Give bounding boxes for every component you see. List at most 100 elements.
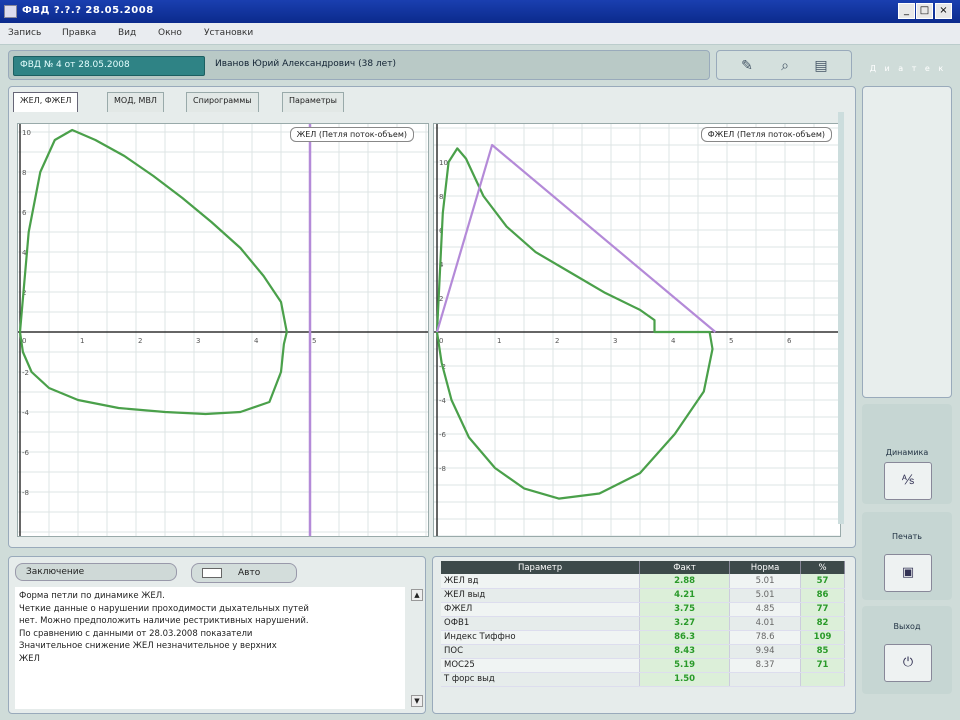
chart-fzhel-svg: 0 1 2 3 4 5 6108642-2-4-6-8 [434,124,840,536]
menu-bar: Запись Правка Вид Окно Установки [0,23,960,45]
flow-volume-curve [435,147,714,500]
table-row[interactable]: ЖЕЛ вд 2.88 5.01 57 [441,574,845,589]
tab-parameters[interactable]: Параметры [282,92,344,112]
cell-param: Индекс Тиффно [441,630,641,645]
chart-fzhel: 0 1 2 3 4 5 6 10 8 6 4 2 -2 -4 -6 -8 ФЖЕЛ (Петля поток-… [433,123,841,537]
x-tick-label: 3 [613,337,617,345]
exit-label: Выход [893,622,921,631]
menu-item-okno[interactable]: Окно [158,28,182,38]
y-tick-label: 8 [22,169,26,177]
dynamics-button[interactable]: ⅍ [884,462,932,500]
cell-fact: 4.21 [639,588,730,603]
table-row[interactable]: Индекс Тиффно 86.3 78.6 109 [441,630,845,645]
tab-zhel-fzhel[interactable]: ЖЕЛ, ФЖЕЛ [13,92,79,112]
column-header-fact[interactable]: Факт [639,561,730,574]
brand-logo: Д и а т е к [869,64,947,73]
print-group: Печать ▣ [862,512,952,600]
cell-param: ОФВ1 [441,616,641,631]
column-header-param[interactable]: Параметр [441,561,641,574]
table-row[interactable]: ОФВ1 3.27 4.01 82 [441,616,845,631]
conclusion-text[interactable]: Форма петли по динамике ЖЕЛ. Четкие данн… [15,587,405,709]
table-row[interactable]: ФЖЕЛ 3.75 4.85 77 [441,602,845,617]
window-title: ФВД ?.?.? 28.05.2008 [22,5,154,16]
maximize-button[interactable]: □ [916,3,933,19]
y-tick-label: 10 [439,159,448,167]
parameters-table: Параметр Факт Норма % ЖЕЛ вд 2.88 5.01 57 ЖЕ… [441,561,845,687]
exit-button[interactable]: ⏻ [884,644,932,682]
cell-fact: 3.27 [639,616,730,631]
record-selector[interactable]: ФВД № 4 от 28.05.2008 [13,56,205,76]
y-tick-label: -6 [22,449,30,457]
table-row[interactable]: ЖЕЛ выд 4.21 5.01 86 [441,588,845,603]
menu-item-ustanovki[interactable]: Установки [204,28,253,38]
cell-norm: 9.94 [729,644,802,659]
cell-norm: 8.37 [729,658,802,673]
y-tick-label: -8 [22,489,29,497]
chart-fzhel-legend: ФЖЕЛ (Петля поток-объем) [700,127,832,142]
chart-dynamics-icon: ⅍ [901,473,915,488]
cell-norm: 5.01 [729,574,802,589]
cell-pct: 85 [800,644,845,659]
cell-fact: 8.43 [639,644,730,659]
settings-icon[interactable]: ✎ [735,56,759,76]
reference-curve [435,143,717,333]
cell-param: ФЖЕЛ [441,602,641,617]
cell-fact: 5.19 [639,658,730,673]
x-tick-label: 3 [196,337,200,345]
column-header-pct[interactable]: % [800,561,845,574]
patient-bar: ФВД № 4 от 28.05.2008 Иванов Юрий Алекса… [8,50,710,80]
conclusion-tab[interactable]: Заключение [15,563,177,581]
cell-fact: 2.88 [639,574,730,589]
menu-item-zapis[interactable]: Запись [8,28,41,38]
print-button[interactable]: ▣ [884,554,932,592]
dynamics-label: Динамика [885,448,929,457]
x-tick-label: 4 [254,337,259,345]
menu-item-vid[interactable]: Вид [118,28,136,38]
cell-norm: 5.01 [729,588,802,603]
conclusion-line: ЖЕЛ [19,653,40,664]
y-tick-label: 10 [22,129,31,137]
menu-item-pravka[interactable]: Правка [62,28,96,38]
conclusion-line: нет. Можно предположить наличие рестрикт… [19,616,309,626]
conclusion-panel: Заключение Авто Форма петли по динамике … [8,556,426,714]
cell-pct: 109 [800,630,845,645]
tab-mod-mvl[interactable]: МОД, МВЛ [107,92,164,112]
cell-norm: 78.6 [729,630,802,645]
print-label: Печать [892,532,922,541]
close-button[interactable]: × [935,3,952,19]
patient-name: Иванов Юрий Александрович (38 лет) [215,59,396,69]
chart-zhel-svg: 0 1 2 3 4 5108642-2-4-6-8 [18,124,428,536]
x-tick-label: 5 [729,337,733,345]
cell-pct: 82 [800,616,845,631]
app-icon [4,5,17,18]
table-row[interactable]: МОС25 5.19 8.37 71 [441,658,845,673]
parameters-panel: Параметр Факт Норма % ЖЕЛ вд 2.88 5.01 57 ЖЕ… [432,556,856,714]
printer-icon[interactable]: ▤ [809,56,833,76]
x-tick-label: 2 [138,337,142,345]
cell-fact: 86.3 [639,630,730,645]
dynamics-group: Динамика ⅍ [862,404,952,504]
tab-spirograms[interactable]: Спирограммы [186,92,259,112]
cell-param: ПОС [441,644,641,659]
conclusion-line: Форма петли по динамике ЖЕЛ. [19,591,165,601]
scroll-up-button[interactable]: ▲ [411,589,423,601]
auto-toggle[interactable]: Авто [191,563,297,583]
side-panel [862,86,952,398]
chart-scrollbar[interactable] [838,112,844,524]
scroll-down-button[interactable]: ▼ [411,695,423,707]
table-row[interactable]: ПОС 8.43 9.94 85 [441,644,845,659]
exit-group: Выход ⏻ [862,606,952,694]
cell-pct: 71 [800,658,845,673]
x-tick-label: 2 [555,337,559,345]
x-tick-label: 4 [671,337,676,345]
cell-pct: 77 [800,602,845,617]
minimize-button[interactable]: _ [898,3,915,19]
title-bar: ФВД ?.?.? 28.05.2008 _ □ × [0,0,960,23]
table-row[interactable]: Т форс выд 1.50 [441,672,845,687]
y-tick-label: 8 [439,193,443,201]
toggle-slot [202,568,222,578]
search-icon[interactable]: ⌕ [773,56,797,76]
cell-norm: 4.85 [729,602,802,617]
column-header-norm[interactable]: Норма [729,561,802,574]
power-icon: ⏻ [902,655,914,670]
